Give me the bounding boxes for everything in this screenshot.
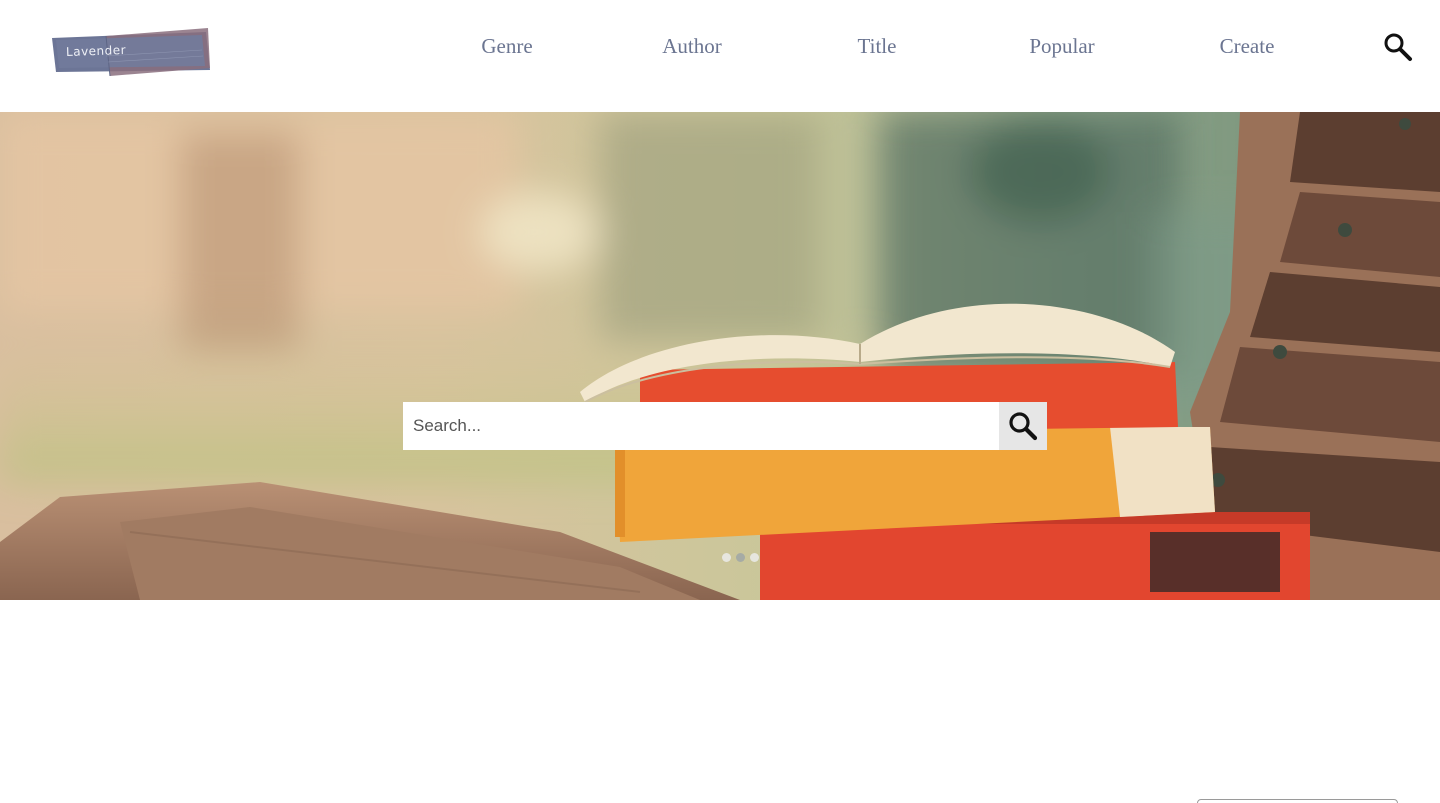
nav-item-author[interactable]: Author (662, 34, 722, 59)
hero-banner (0, 112, 1440, 600)
search-icon[interactable] (1383, 32, 1413, 62)
site-header: Lavender Genre Author Title Popular Crea… (0, 0, 1440, 112)
logo[interactable]: Lavender (50, 26, 214, 78)
nav-item-create[interactable]: Create (1220, 34, 1275, 59)
carousel-indicators (722, 553, 759, 562)
bottom-right-control[interactable] (1197, 799, 1398, 803)
carousel-dot-active[interactable] (736, 553, 745, 562)
carousel-dot[interactable] (750, 553, 759, 562)
search-input[interactable] (403, 402, 999, 450)
nav-item-popular[interactable]: Popular (1029, 34, 1094, 59)
hero-background-image (0, 112, 1440, 600)
page: Lavender Genre Author Title Popular Crea… (0, 0, 1440, 803)
nav-item-title[interactable]: Title (858, 34, 897, 59)
carousel-dot[interactable] (722, 553, 731, 562)
search-icon (1009, 412, 1038, 441)
logo-text: Lavender (65, 42, 127, 60)
nav-item-genre[interactable]: Genre (481, 34, 532, 59)
search-button[interactable] (999, 402, 1047, 450)
hero-search-box (403, 402, 1047, 450)
